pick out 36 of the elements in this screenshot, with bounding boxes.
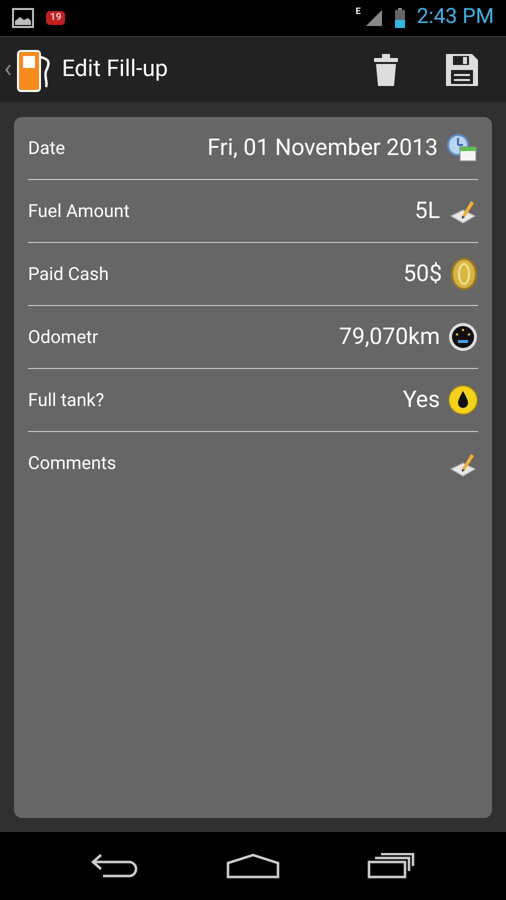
- image-icon: [12, 8, 34, 28]
- field-label: Comments: [28, 452, 116, 476]
- screen-title: Edit Fill-up: [62, 54, 168, 84]
- field-label: Full tank?: [28, 388, 104, 412]
- recent-apps-icon: [366, 853, 415, 879]
- calendar-clock-icon: [446, 133, 478, 163]
- form-row[interactable]: Full tank? Yes: [28, 369, 478, 432]
- trash-icon: [374, 54, 398, 86]
- home-button[interactable]: [226, 853, 280, 879]
- back-icon: [91, 853, 140, 879]
- coin-icon: [450, 258, 478, 290]
- form-row[interactable]: Date Fri, 01 November 2013: [28, 117, 478, 180]
- recent-apps-button[interactable]: [366, 853, 415, 879]
- field-value: 5L: [414, 196, 440, 226]
- field-value: Fri, 01 November 2013: [207, 132, 438, 163]
- gauge-icon: [448, 322, 478, 352]
- form-row[interactable]: Paid Cash 50$: [28, 243, 478, 306]
- back-button[interactable]: [91, 853, 140, 879]
- field-label: Paid Cash: [28, 262, 109, 286]
- clock: 2:43 PM: [416, 4, 494, 32]
- notification-badge: 19: [46, 11, 66, 25]
- form-row[interactable]: Fuel Amount 5L: [28, 180, 478, 243]
- battery-icon: [394, 8, 405, 28]
- field-label: Date: [28, 136, 66, 160]
- field-value: Yes: [402, 384, 440, 415]
- form-row[interactable]: Comments: [28, 432, 478, 495]
- field-value: 50$: [403, 258, 442, 289]
- field-value: 79,070km: [339, 322, 440, 352]
- field-label: Fuel Amount: [28, 200, 130, 224]
- home-icon: [226, 853, 280, 879]
- up-button[interactable]: ‹: [4, 46, 54, 92]
- network-type: E: [356, 6, 361, 19]
- signal-icon: [364, 9, 383, 27]
- field-label: Odometr: [28, 326, 98, 350]
- oil-drop-icon: [448, 385, 478, 415]
- form-row[interactable]: Odometr 79,070km: [28, 306, 478, 369]
